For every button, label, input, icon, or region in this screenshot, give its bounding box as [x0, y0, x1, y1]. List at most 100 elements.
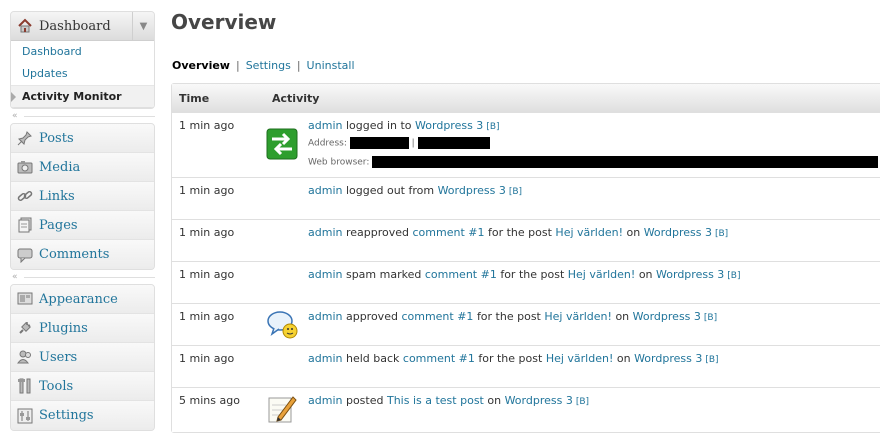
activity-text: admin logged in to Wordpress 3 [B] [308, 119, 500, 132]
site-link[interactable]: Wordpress 3 [634, 352, 702, 365]
redacted-host [417, 137, 490, 149]
activity-text: admin approved comment #1 for the post H… [308, 310, 717, 323]
sidebar-item-label: Appearance [39, 291, 118, 307]
activity-text: admin logged out from Wordpress 3 [B] [308, 184, 522, 197]
activity-time: 1 min ago [179, 184, 235, 197]
menu-separator[interactable]: « [10, 109, 155, 123]
home-icon [17, 18, 33, 34]
sidebar-item-label: Users [39, 349, 78, 365]
sidebar-item-media[interactable]: Media [11, 153, 154, 182]
post-link[interactable]: Hej världen! [544, 310, 612, 323]
sidebar-item-appearance[interactable]: Appearance [11, 285, 154, 314]
activity-table: Time Activity 1 min ago admin logged in … [171, 83, 880, 433]
user-link[interactable]: admin [308, 119, 342, 132]
tab-overview[interactable]: Overview [172, 59, 230, 72]
comment-link[interactable]: comment #1 [425, 268, 497, 281]
table-row: 1 min ago admin spam marked comment #1 f… [172, 262, 880, 304]
comment-link[interactable]: comment #1 [401, 310, 473, 323]
site-link[interactable]: Wordpress 3 [505, 394, 573, 407]
site-link[interactable]: Wordpress 3 [438, 184, 506, 197]
site-link[interactable]: Wordpress 3 [656, 268, 724, 281]
submenu-updates[interactable]: Updates [11, 63, 154, 85]
sidebar-item-users[interactable]: Users [11, 343, 154, 372]
on-text: on [626, 226, 641, 239]
activity-time: 5 mins ago [179, 394, 240, 407]
nav-divider: | [296, 59, 301, 72]
admin-menu: Appearance Plugins Users Tools Settings [10, 284, 155, 431]
activity-text: admin held back comment #1 for the post … [308, 352, 719, 365]
user-link[interactable]: admin [308, 394, 342, 407]
address-label: Address: [308, 138, 347, 149]
sidebar-item-plugins[interactable]: Plugins [11, 314, 154, 343]
menu-separator[interactable]: « [10, 270, 155, 284]
action-text: approved [345, 310, 398, 323]
submenu-activity-monitor[interactable]: Activity Monitor [11, 85, 154, 107]
submenu-dashboard[interactable]: Dashboard [11, 41, 154, 63]
redacted-ip [349, 137, 409, 149]
user-link[interactable]: admin [308, 268, 342, 281]
sidebar-item-label: Posts [39, 130, 74, 146]
user-link[interactable]: admin [308, 226, 342, 239]
sidebar-item-pages[interactable]: Pages [11, 211, 154, 240]
blog-link[interactable]: [B] [705, 355, 718, 365]
column-header-time: Time [179, 91, 210, 105]
comment-smiley-icon [266, 309, 298, 341]
sidebar-item-settings[interactable]: Settings [11, 401, 154, 430]
sidebar-item-tools[interactable]: Tools [11, 372, 154, 401]
subsubsub-nav: Overview | Settings | Uninstall [172, 59, 355, 72]
site-link[interactable]: Wordpress 3 [644, 226, 712, 239]
admin-sidebar: Dashboard ▼ Dashboard Updates Activity M… [10, 11, 155, 431]
post-link[interactable]: Hej världen! [568, 268, 636, 281]
activity-text: admin spam marked comment #1 for the pos… [308, 268, 741, 281]
activity-time: 1 min ago [179, 352, 235, 365]
table-row: 5 mins ago admin posted This is a test p… [172, 388, 880, 432]
comment-link[interactable]: comment #1 [403, 352, 475, 365]
chevron-down-icon[interactable]: ▼ [132, 12, 154, 41]
post-link[interactable]: Hej världen! [546, 352, 614, 365]
tab-settings[interactable]: Settings [246, 59, 291, 72]
pages-icon [17, 217, 33, 233]
users-icon [17, 349, 33, 365]
post-link[interactable]: Hej världen! [555, 226, 623, 239]
appearance-icon [17, 291, 33, 307]
browser-line: Web browser: [308, 156, 879, 168]
collapse-arrows-icon: « [12, 272, 18, 282]
chain-link-icon [17, 188, 33, 204]
speech-bubble-icon [17, 247, 33, 263]
site-link[interactable]: Wordpress 3 [633, 310, 701, 323]
sliders-icon [17, 408, 33, 424]
tab-uninstall[interactable]: Uninstall [307, 59, 355, 72]
comment-link[interactable]: comment #1 [413, 226, 485, 239]
collapse-arrows-icon: « [12, 111, 18, 121]
column-header-activity: Activity [272, 91, 320, 105]
dashboard-menu-title: Dashboard [39, 18, 111, 34]
post-link[interactable]: This is a test post [387, 394, 484, 407]
table-row: 1 min ago admin held back comment #1 for… [172, 346, 880, 388]
action-text: posted [345, 394, 384, 407]
blog-link[interactable]: [B] [715, 229, 728, 239]
blog-link[interactable]: [B] [576, 397, 589, 407]
tools-icon [17, 378, 33, 394]
dashboard-menu-header[interactable]: Dashboard ▼ [11, 12, 154, 41]
user-link[interactable]: admin [308, 352, 342, 365]
action-text: spam marked [345, 268, 422, 281]
user-link[interactable]: admin [308, 184, 342, 197]
table-row: 1 min ago admin approved comment #1 for … [172, 304, 880, 346]
user-link[interactable]: admin [308, 310, 342, 323]
activity-time: 1 min ago [179, 310, 235, 323]
action-text: reapproved [345, 226, 409, 239]
blog-link[interactable]: [B] [509, 187, 522, 197]
sidebar-item-label: Links [39, 188, 75, 204]
for-post-text: for the post [500, 268, 565, 281]
sidebar-item-links[interactable]: Links [11, 182, 154, 211]
dashboard-submenu: Dashboard Updates Activity Monitor [11, 41, 154, 108]
sidebar-item-posts[interactable]: Posts [11, 124, 154, 153]
blog-link[interactable]: [B] [704, 313, 717, 323]
camera-icon [17, 159, 33, 175]
site-link[interactable]: Wordpress 3 [415, 119, 483, 132]
content-menu: Posts Media Links Pages Comments [10, 123, 155, 270]
blog-link[interactable]: [B] [727, 271, 740, 281]
sidebar-item-comments[interactable]: Comments [11, 240, 154, 269]
blog-link[interactable]: [B] [486, 122, 499, 132]
nav-divider: | [235, 59, 240, 72]
